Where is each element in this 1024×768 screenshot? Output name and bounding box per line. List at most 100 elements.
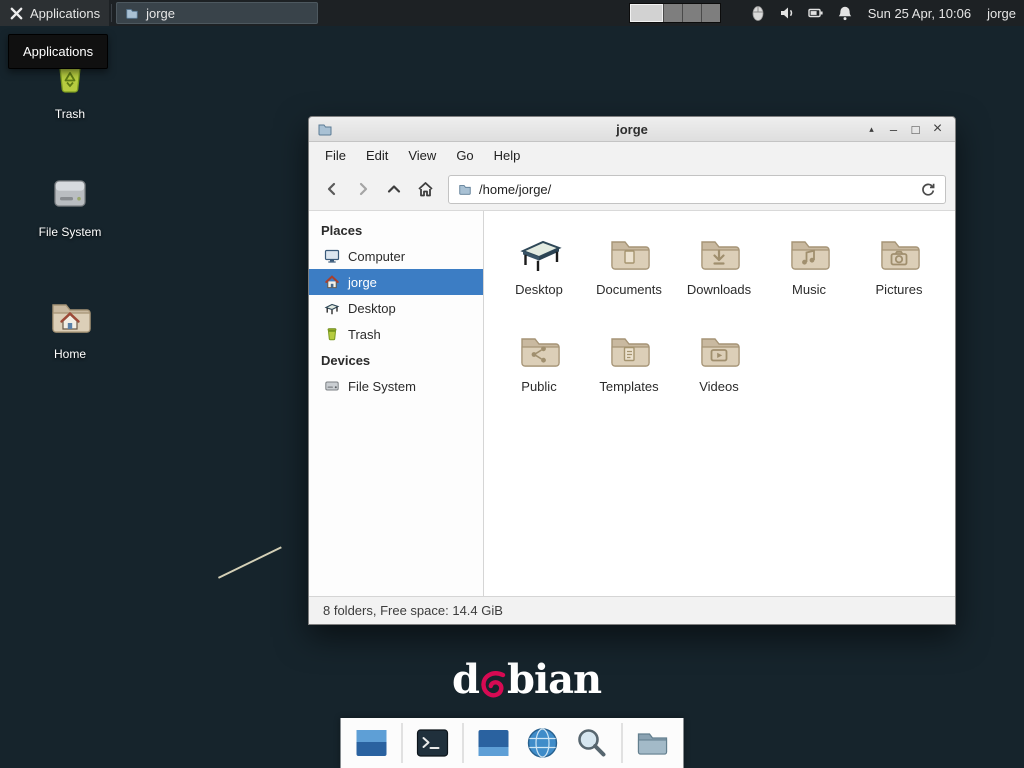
sidebar: Places Computer jorge xyxy=(309,211,484,596)
status-text: 8 folders, Free space: 14.4 GiB xyxy=(323,603,503,618)
taskbar-window-button[interactable]: jorge xyxy=(116,2,318,24)
shade-button[interactable]: ▴ xyxy=(862,120,881,139)
sidebar-item-label: Trash xyxy=(348,327,381,342)
status-bar: 8 folders, Free space: 14.4 GiB xyxy=(309,596,955,624)
folder-icon xyxy=(635,725,671,761)
menu-file[interactable]: File xyxy=(315,142,356,168)
path-folder-icon xyxy=(458,182,472,196)
dock-workspace-button[interactable] xyxy=(475,723,513,763)
menu-edit[interactable]: Edit xyxy=(356,142,398,168)
desktop-icon-filesystem[interactable]: File System xyxy=(22,170,118,239)
battery-icon[interactable] xyxy=(807,4,825,22)
file-item-videos[interactable]: Videos xyxy=(674,322,764,419)
file-item-music[interactable]: Music xyxy=(764,225,854,322)
desktop-stray-line xyxy=(218,546,282,578)
forward-button[interactable] xyxy=(349,175,377,203)
computer-icon xyxy=(324,248,340,264)
file-item-downloads[interactable]: Downloads xyxy=(674,225,764,322)
sidebar-item-file-system[interactable]: File System xyxy=(309,373,483,399)
debian-swirl-icon xyxy=(480,669,506,699)
window-folder-icon xyxy=(317,121,333,137)
videos-folder-icon xyxy=(695,326,743,374)
file-grid: Desktop Documents xyxy=(484,211,955,596)
applications-tooltip: Applications xyxy=(8,34,108,69)
dock-browser-button[interactable] xyxy=(524,723,562,763)
dock-file-manager-button[interactable] xyxy=(634,723,672,763)
menu-go[interactable]: Go xyxy=(446,142,483,168)
menubar: File Edit View Go Help xyxy=(309,142,955,168)
desktop-icon-home[interactable]: Home xyxy=(22,292,118,361)
file-label: Videos xyxy=(699,379,739,394)
titlebar[interactable]: jorge ▴ – □ × xyxy=(309,117,955,142)
sidebar-header-devices: Devices xyxy=(309,347,483,373)
debian-logo-text-before: d xyxy=(452,660,479,700)
sidebar-item-computer[interactable]: Computer xyxy=(309,243,483,269)
sidebar-item-label: Desktop xyxy=(348,301,396,316)
file-label: Downloads xyxy=(687,282,751,297)
dock-terminal-button[interactable] xyxy=(414,723,452,763)
documents-folder-icon xyxy=(605,229,653,277)
debian-logo: d bian xyxy=(452,660,601,700)
chevron-left-icon xyxy=(324,181,340,197)
sidebar-item-label: Computer xyxy=(348,249,405,264)
public-folder-icon xyxy=(515,326,563,374)
dock-search-button[interactable] xyxy=(573,723,611,763)
desktop-window-icon xyxy=(354,725,390,761)
workspace-3[interactable] xyxy=(682,4,701,22)
window-controls: ▴ – □ × xyxy=(862,120,947,139)
pictures-folder-icon xyxy=(875,229,923,277)
applications-label: Applications xyxy=(30,6,100,21)
home-button[interactable] xyxy=(411,175,439,203)
workspace-switcher xyxy=(629,3,721,23)
applications-icon xyxy=(9,6,24,21)
panel-clock[interactable]: Sun 25 Apr, 10:06 xyxy=(868,6,971,21)
reload-icon[interactable] xyxy=(920,181,936,197)
desktop-icon-label: Trash xyxy=(55,107,85,121)
desktop: Applications jorge xyxy=(0,0,1024,768)
close-button[interactable]: × xyxy=(928,120,947,139)
applications-menu-button[interactable]: Applications xyxy=(0,0,109,26)
panel-username: jorge xyxy=(987,6,1016,21)
sidebar-item-trash[interactable]: Trash xyxy=(309,321,483,347)
path-text[interactable]: /home/jorge/ xyxy=(479,182,913,197)
desktop-icon-label: File System xyxy=(39,225,102,239)
minimize-button[interactable]: – xyxy=(884,120,903,139)
workspace-1[interactable] xyxy=(630,4,663,22)
workspace-2[interactable] xyxy=(663,4,682,22)
menu-view[interactable]: View xyxy=(398,142,446,168)
file-item-documents[interactable]: Documents xyxy=(584,225,674,322)
file-item-pictures[interactable]: Pictures xyxy=(854,225,944,322)
menu-help[interactable]: Help xyxy=(484,142,531,168)
back-button[interactable] xyxy=(318,175,346,203)
file-item-public[interactable]: Public xyxy=(494,322,584,419)
desktop-icon-label: Home xyxy=(54,347,86,361)
up-button[interactable] xyxy=(380,175,408,203)
notification-bell-icon[interactable] xyxy=(836,4,854,22)
terminal-icon xyxy=(415,725,451,761)
path-bar[interactable]: /home/jorge/ xyxy=(448,175,946,204)
home-icon xyxy=(416,180,435,199)
dock xyxy=(341,718,684,768)
toolbar: /home/jorge/ xyxy=(309,168,955,210)
chevron-right-icon xyxy=(355,181,371,197)
volume-icon[interactable] xyxy=(778,4,796,22)
maximize-button[interactable]: □ xyxy=(906,120,925,139)
sidebar-item-jorge[interactable]: jorge xyxy=(309,269,483,295)
downloads-folder-icon xyxy=(695,229,743,277)
top-panel: Applications jorge xyxy=(0,0,1024,26)
music-folder-icon xyxy=(785,229,833,277)
file-item-desktop[interactable]: Desktop xyxy=(494,225,584,322)
panel-window-icon xyxy=(476,725,512,761)
dock-show-desktop-button[interactable] xyxy=(353,723,391,763)
file-label: Music xyxy=(792,282,826,297)
chevron-up-icon xyxy=(386,181,402,197)
file-manager-window: jorge ▴ – □ × File Edit View Go Help xyxy=(308,116,956,625)
user-home-icon xyxy=(324,274,340,290)
mouse-icon[interactable] xyxy=(749,4,767,22)
sidebar-item-desktop[interactable]: Desktop xyxy=(309,295,483,321)
filesystem-icon xyxy=(46,170,94,218)
trash-icon xyxy=(324,326,340,342)
file-label: Documents xyxy=(596,282,662,297)
workspace-4[interactable] xyxy=(701,4,720,22)
file-item-templates[interactable]: Templates xyxy=(584,322,674,419)
